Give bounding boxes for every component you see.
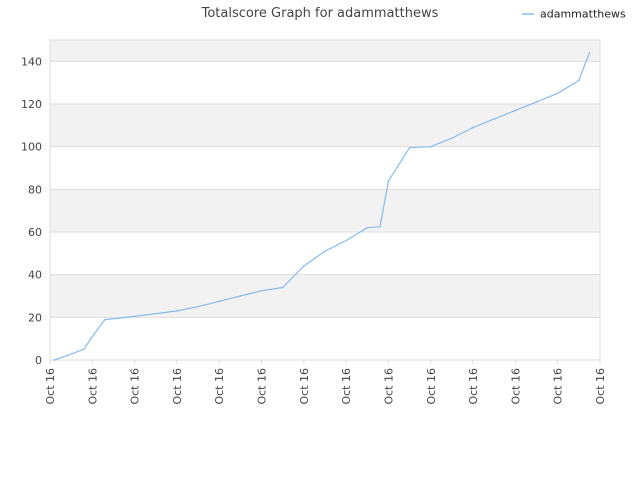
x-tick-label: Oct 16 — [129, 368, 142, 405]
x-tick-label: Oct 16 — [509, 368, 522, 405]
chart-title: Totalscore Graph for adammatthews — [201, 6, 439, 21]
plot-band — [50, 40, 600, 62]
x-axis-ticks: Oct 16 Oct 16 Oct 16 Oct 16 Oct 16 Oct 16 Oct … — [44, 360, 607, 405]
x-tick-label: Oct 16 — [298, 368, 311, 405]
y-tick-label: 100 — [21, 141, 42, 154]
data-point — [588, 52, 591, 54]
data-point — [133, 315, 136, 318]
x-tick-label: Oct 16 — [171, 368, 184, 405]
data-point — [429, 145, 432, 148]
data-point — [159, 312, 161, 314]
y-tick-label: 120 — [21, 98, 42, 111]
legend[interactable]: adammatthews — [522, 8, 626, 21]
data-point — [472, 126, 474, 129]
x-tick-label: Oct 16 — [552, 368, 565, 405]
legend-label: adammatthews — [540, 8, 626, 21]
data-point — [239, 295, 242, 297]
data-point — [303, 265, 305, 267]
data-point — [493, 118, 496, 120]
x-tick-label: Oct 16 — [86, 368, 99, 405]
x-tick-label: Oct 16 — [256, 368, 269, 405]
data-point — [53, 359, 56, 361]
data-point — [387, 180, 390, 182]
data-point — [324, 250, 326, 252]
plot-band — [50, 104, 600, 147]
data-point — [260, 289, 263, 292]
y-tick-label: 60 — [28, 226, 42, 239]
x-tick-label: Oct 16 — [382, 368, 395, 405]
data-point — [556, 92, 559, 95]
x-tick-label: Oct 16 — [213, 368, 226, 405]
data-point — [91, 335, 94, 338]
data-point — [281, 286, 284, 289]
y-tick-label: 80 — [28, 183, 42, 196]
data-point — [408, 146, 411, 149]
y-tick-label: 40 — [28, 269, 42, 282]
plot-band — [50, 189, 600, 232]
data-point — [366, 226, 369, 229]
data-point — [197, 305, 199, 308]
x-tick-label: Oct 16 — [425, 368, 438, 405]
y-tick-label: 20 — [28, 311, 42, 324]
x-tick-label: Oct 16 — [340, 368, 353, 405]
data-point — [451, 137, 453, 139]
y-tick-label: 0 — [35, 354, 42, 367]
x-tick-label: Oct 16 — [44, 368, 57, 405]
data-point — [218, 300, 221, 303]
data-point — [176, 310, 178, 312]
y-tick-label: 140 — [21, 55, 42, 68]
plot-band — [50, 274, 600, 318]
x-tick-label: Oct 16 — [467, 368, 480, 405]
totalscore-chart: Totalscore Graph for adammatthews adamma… — [21, 6, 626, 405]
data-point — [514, 109, 517, 112]
data-point — [104, 318, 106, 321]
data-point — [379, 225, 381, 228]
data-point — [535, 101, 538, 103]
data-point — [116, 317, 119, 320]
y-axis-ticks: 0 20 40 60 80 100 120 140 — [21, 55, 42, 367]
data-point — [578, 79, 580, 82]
data-point — [345, 239, 347, 242]
data-point — [66, 354, 68, 357]
data-point — [83, 348, 85, 351]
plot-bands — [50, 40, 600, 318]
x-tick-label: Oct 16 — [594, 368, 607, 405]
